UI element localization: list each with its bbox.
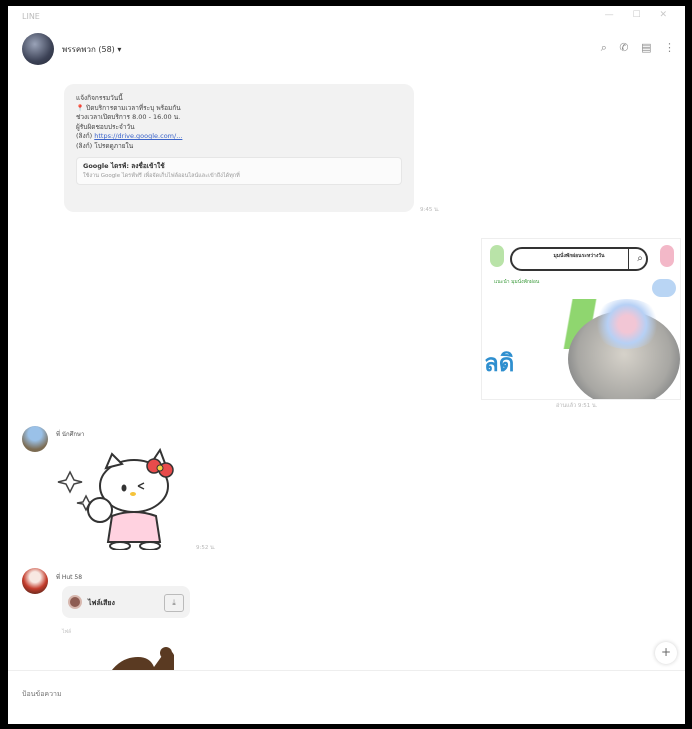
read-time: อ่านแล้ว 9:51 น.: [556, 403, 598, 409]
sender-avatar[interactable]: [22, 426, 48, 452]
decoration: [652, 279, 676, 297]
header-actions: ⌕ ✆ ▤ ⋮: [592, 41, 675, 55]
chat-header: พรรคพวก (58) ▾ ⌕ ✆ ▤ ⋮: [8, 28, 685, 68]
line-chat-window: LINE — ☐ ✕ พรรคพวก (58) ▾ ⌕ ✆ ▤ ⋮ แจ้งกิ…: [8, 6, 685, 724]
app-title: LINE: [22, 12, 40, 21]
image-big-text: ลดิ: [484, 349, 515, 377]
message-line: (ลิงก์) https://drive.google.com/...: [76, 132, 402, 142]
tree-illustration: [592, 299, 662, 349]
message-composer: [8, 670, 685, 724]
magnifier-icon: ⌕: [628, 249, 651, 269]
group-avatar[interactable]: [22, 33, 54, 65]
phone-icon[interactable]: ✆: [619, 41, 628, 54]
sender-name: พี่ นักศึกษา: [56, 431, 85, 438]
sender-name: พี่ Hut 58: [56, 574, 83, 581]
window-controls[interactable]: — ☐ ✕: [605, 10, 675, 20]
image-caption: แนะนำ มุมนั่งพักผ่อน: [494, 279, 540, 285]
add-button[interactable]: +: [655, 642, 677, 664]
message-line: 📍 ปิดบริการตามเวลาที่ระบุ พร้อมกัน: [76, 104, 402, 114]
more-icon[interactable]: ⋮: [664, 41, 675, 54]
drive-link[interactable]: https://drive.google.com/...: [94, 132, 182, 140]
preview-description: ใช้งาน Google ไดรฟ์ฟรี เพื่อจัดเก็บไฟล์อ…: [83, 172, 240, 179]
message-line: (ลิงก์) โปรดดูภายใน: [76, 141, 134, 150]
link-preview-card[interactable]: Google ไดรฟ์: ลงชื่อเข้าใช้ ใช้งาน Googl…: [76, 157, 402, 185]
note-icon[interactable]: ▤: [641, 41, 651, 54]
hello-kitty-sticker[interactable]: [56, 446, 186, 550]
incoming-text-bubble[interactable]: แจ้งกิจกรรมวันนี้ 📍 ปิดบริการตามเวลาที่ร…: [64, 84, 414, 212]
message-line-text: 📍 ปิดบริการตามเวลาที่ระบุ พร้อมกัน: [76, 103, 181, 112]
voice-message[interactable]: ไฟล์เสียง ⤓: [62, 586, 190, 618]
voice-subtext: ไฟล์: [62, 629, 72, 635]
decoration: [660, 245, 674, 267]
preview-title: Google ไดรฟ์: ลงชื่อเข้าใช้: [83, 162, 165, 170]
decoration: [490, 245, 504, 267]
chat-title[interactable]: พรรคพวก (58) ▾: [62, 43, 121, 56]
message-line: ผู้รับผิดชอบประจำวัน: [76, 122, 135, 131]
play-icon[interactable]: [68, 595, 82, 609]
message-time: 9:52 น.: [196, 545, 216, 551]
image-message[interactable]: มุมนั่งพักผ่อนระหว่างวัน ⌕ แนะนำ มุมนั่ง…: [481, 238, 681, 400]
search-icon[interactable]: ⌕: [601, 41, 607, 54]
message-line: แจ้งกิจกรรมวันนี้: [76, 94, 123, 102]
voice-label: ไฟล์เสียง: [88, 599, 115, 607]
message-line: ช่วงเวลาเปิดบริการ 8.00 - 16.00 น.: [76, 113, 181, 121]
link-prefix: (ลิงก์): [76, 132, 95, 140]
message-time: 9:45 น.: [420, 207, 440, 213]
message-input[interactable]: [20, 685, 524, 703]
sender-avatar[interactable]: [22, 568, 48, 594]
title-bar: LINE — ☐ ✕: [8, 6, 685, 28]
download-icon[interactable]: ⤓: [164, 594, 184, 612]
